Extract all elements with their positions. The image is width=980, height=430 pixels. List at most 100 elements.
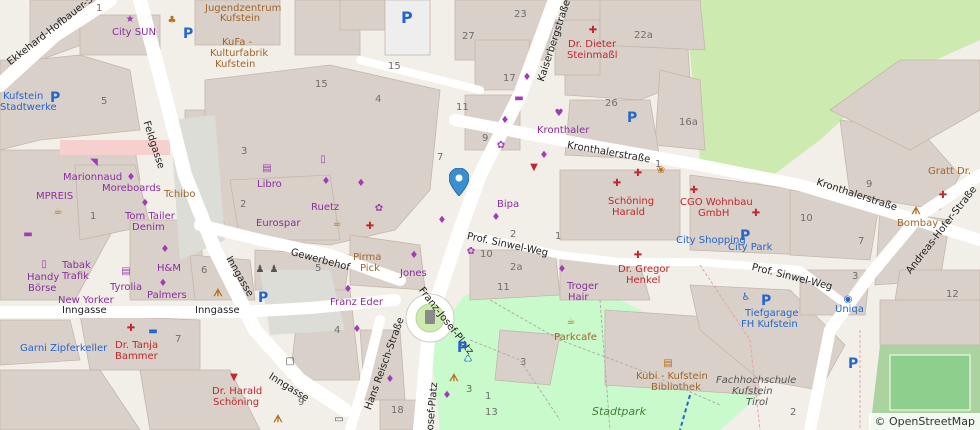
office-icon: ♟ <box>255 264 265 275</box>
parking-icon: P <box>740 228 751 244</box>
house-number: 1 <box>96 3 103 14</box>
parking-icon: P <box>183 26 194 42</box>
bank-icon: ◉ <box>843 294 853 305</box>
place-label: FH Kufstein <box>741 319 798 330</box>
place-label: Dr. Dieter <box>568 39 617 50</box>
florist-icon: ✿ <box>374 203 384 214</box>
place-label: Kubi - Kufstein <box>636 371 708 382</box>
phone-icon: ▯ <box>320 154 326 165</box>
house-number: 12 <box>946 289 959 300</box>
book-icon: ▤ <box>121 266 131 277</box>
house-number: 3 <box>852 271 859 282</box>
house-number: 15 <box>315 79 328 90</box>
house-number: 2 <box>790 407 797 418</box>
place-label: Schöning <box>608 196 655 207</box>
street-label: Inngasse <box>195 305 240 316</box>
house-number: 13 <box>485 407 498 418</box>
office-icon: ✚ <box>689 185 699 196</box>
clothes-icon: ♦ <box>140 198 150 209</box>
house-number: 16a <box>679 117 698 128</box>
place-label: Tyrolia <box>110 282 143 293</box>
hotel-icon: ▬ <box>148 326 158 337</box>
place-label: KuFa - <box>222 37 253 48</box>
clothes-icon: ♦ <box>343 284 353 295</box>
restaurant-icon: ᗑ <box>273 414 283 425</box>
house-number: 9 <box>866 179 873 190</box>
place-label: Libro <box>257 179 282 190</box>
place-label: Troger <box>567 281 599 292</box>
clothes-icon: ♦ <box>160 244 170 255</box>
attribution[interactable]: © OpenStreetMap <box>869 413 980 430</box>
theatre-icon: ♣ <box>167 15 177 26</box>
office-icon: ✚ <box>633 250 643 261</box>
parking-icon: P <box>258 290 269 306</box>
shopping-basket-icon: ▢ <box>285 356 295 367</box>
parking-icon: P <box>761 293 772 309</box>
hotel-icon: ▬ <box>514 93 524 104</box>
map-view[interactable]: Ekkehard-Hofbauer-S Feldgasse Kaiserberg… <box>0 0 980 430</box>
cafe-icon: ☕ <box>53 206 63 217</box>
place-label: Jugendzentrum Kufstein <box>205 3 282 24</box>
place-label: Bibliothek <box>651 382 701 393</box>
cafe-icon: ☕ <box>332 218 342 229</box>
place-label: Schöning <box>213 397 260 408</box>
place-label: Kronthaler <box>537 125 590 136</box>
shop-icon: ▬ <box>23 229 33 240</box>
book-icon: ▤ <box>262 163 272 174</box>
place-label: Trafik <box>62 271 89 282</box>
place-label: Kufstein <box>3 91 44 102</box>
house-number: 2a <box>510 262 523 273</box>
doctor-icon: ✚ <box>612 178 622 189</box>
clothes-icon: ♦ <box>491 212 501 223</box>
house-number: 7 <box>175 334 182 345</box>
house-number: 10 <box>480 249 493 260</box>
restaurant-icon: ᗑ <box>449 373 459 384</box>
clothes-icon: ♦ <box>352 324 362 335</box>
house-number: 2 <box>510 229 517 240</box>
house-number: 23 <box>514 9 527 20</box>
place-label: City Park <box>728 242 773 253</box>
clothes-icon: ♦ <box>557 264 567 275</box>
gift-icon: ✿ <box>466 246 476 257</box>
house-number: 1 <box>90 211 97 222</box>
shoe-icon: ◥ <box>90 157 98 168</box>
place-label: Harald <box>612 207 646 218</box>
gift-icon: ✿ <box>496 140 506 151</box>
house-number: 4 <box>375 94 382 105</box>
place-label: Uniqa <box>835 304 864 315</box>
place-label: Bombay <box>897 218 939 229</box>
place-label: Kufstein <box>732 386 773 397</box>
clothes-icon: ♦ <box>321 176 331 187</box>
parking-icon: P <box>401 8 413 27</box>
cafe-icon: ☕ <box>566 316 576 327</box>
parking-icon: P <box>50 90 61 106</box>
clothes-icon: ♦ <box>126 172 136 183</box>
place-label: Stadtwerke <box>0 102 57 113</box>
parking-bike-icon: ♿ <box>741 292 751 303</box>
house-number: 3 <box>466 384 473 395</box>
parking-icon: P <box>627 110 638 126</box>
house-number: 18 <box>391 405 404 416</box>
place-label: Marionnaud <box>63 172 123 183</box>
house-number: 11 <box>456 102 469 113</box>
place-label: Tirol <box>746 397 768 408</box>
doctor-icon: ✚ <box>633 168 643 179</box>
place-label: Hair <box>568 292 589 303</box>
house-number: 3 <box>520 357 527 368</box>
place-label: Bammer <box>115 351 158 362</box>
clothes-icon: ♦ <box>409 250 419 261</box>
place-label: Kufstein <box>215 59 256 70</box>
house-number: 7 <box>858 236 865 247</box>
map-pin-icon[interactable] <box>449 168 469 196</box>
place-label: Tchibo <box>164 189 196 200</box>
house-number: 15 <box>388 61 401 72</box>
place-label: Garni Zipferkeller <box>20 343 108 354</box>
doctor-icon: ✚ <box>365 221 375 232</box>
place-label: Steinmaßl <box>567 50 618 61</box>
place-label: Pirma <box>353 252 382 263</box>
place-label: City SUN <box>112 27 156 38</box>
clothes-icon: ♦ <box>522 72 532 83</box>
pharmacy-icon: ✚ <box>588 25 598 36</box>
restaurant-icon: ᗑ <box>213 288 223 299</box>
office-icon: ♟ <box>269 264 279 275</box>
